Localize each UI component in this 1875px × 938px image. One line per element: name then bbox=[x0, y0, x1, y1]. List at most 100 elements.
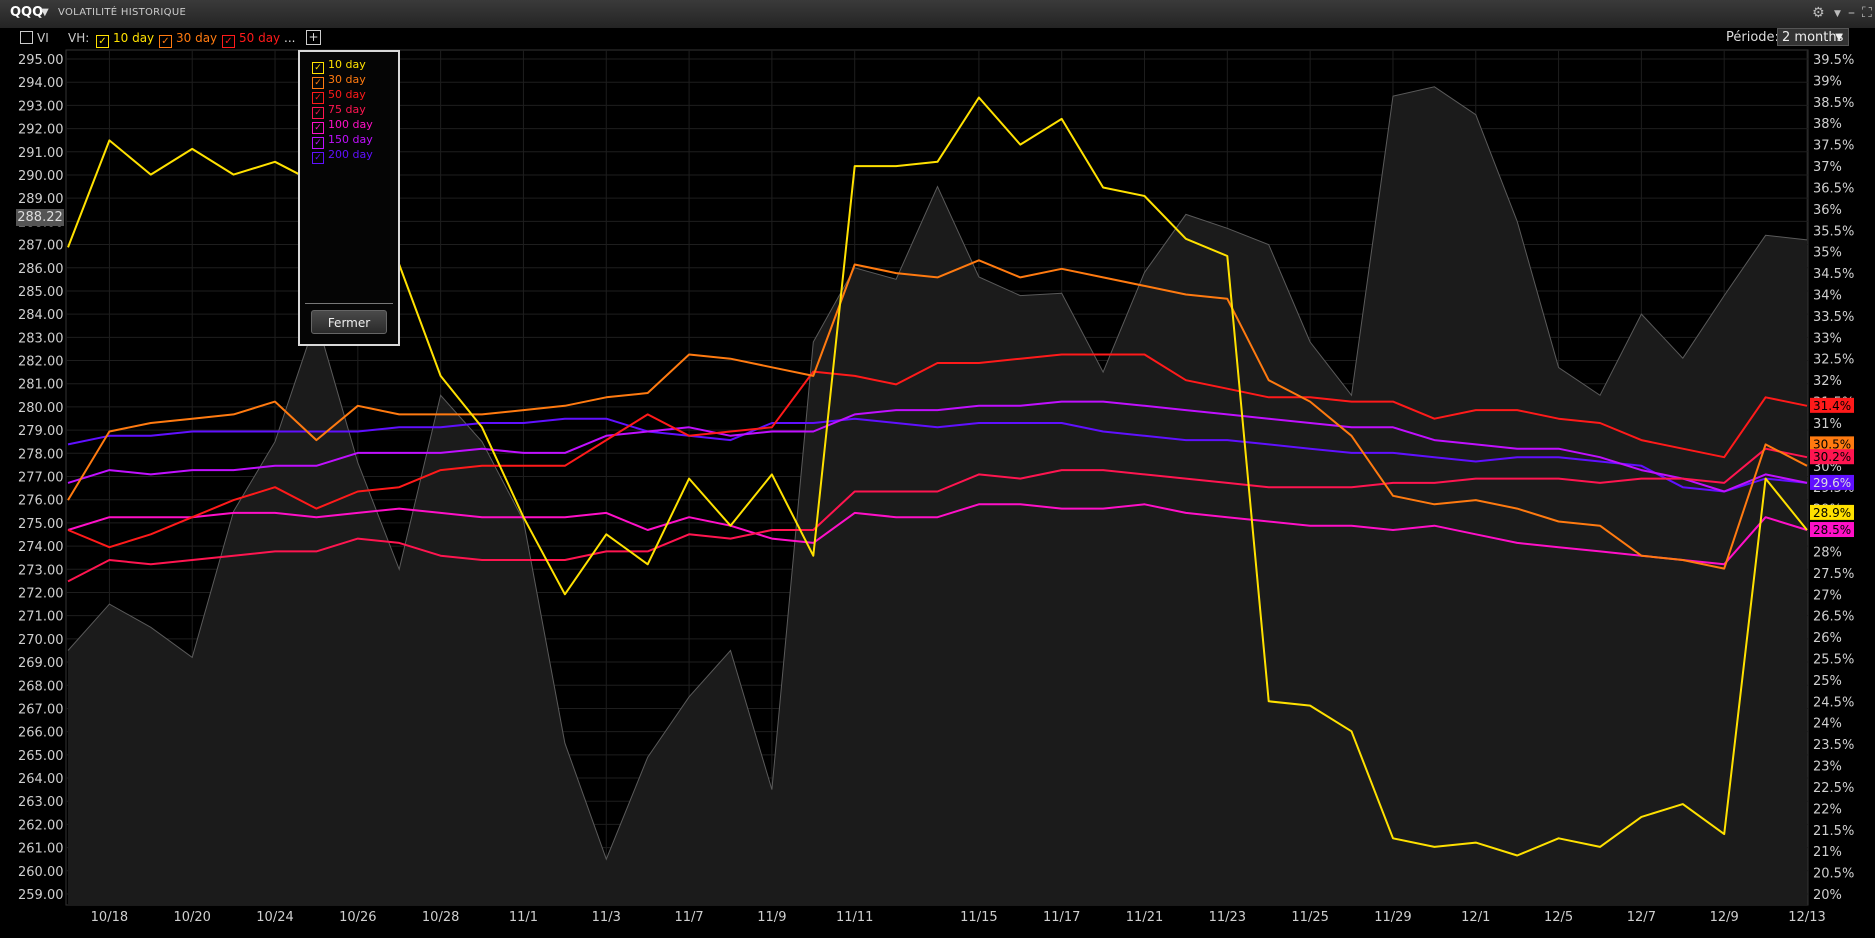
left-axis-tick-label: 285.00 bbox=[18, 285, 64, 300]
right-axis-tick-label: 39% bbox=[1813, 74, 1842, 89]
x-axis-tick-label: 11/1 bbox=[509, 910, 538, 925]
left-axis-tick-label: 287.00 bbox=[18, 239, 64, 254]
x-axis-tick-label: 11/15 bbox=[960, 910, 997, 925]
left-axis-tick-label: 293.00 bbox=[18, 99, 64, 114]
left-axis-tick-label: 264.00 bbox=[18, 772, 64, 787]
x-axis-tick-label: 10/20 bbox=[173, 910, 210, 925]
x-axis-tick-label: 10/26 bbox=[339, 910, 376, 925]
popup-series-150day[interactable]: ✓ 150 day bbox=[312, 133, 373, 149]
right-axis-tick-label: 23.5% bbox=[1813, 738, 1854, 753]
left-axis-tick-label: 282.00 bbox=[18, 355, 64, 370]
popup-series-30day[interactable]: ✓ 30 day bbox=[312, 73, 366, 89]
checkbox-icon[interactable]: ✓ bbox=[312, 77, 324, 89]
x-axis-tick-label: 11/17 bbox=[1043, 910, 1080, 925]
popup-series-label: 50 day bbox=[328, 88, 366, 101]
x-axis-tick-label: 11/7 bbox=[674, 910, 703, 925]
popup-series-label: 150 day bbox=[328, 133, 373, 146]
left-axis-tick-label: 292.00 bbox=[18, 123, 64, 138]
right-axis-tick-label: 32% bbox=[1813, 374, 1842, 389]
popup-series-75day[interactable]: ✓ 75 day bbox=[312, 103, 366, 119]
right-axis-tick-label: 38% bbox=[1813, 117, 1842, 132]
left-axis-tick-label: 294.00 bbox=[18, 76, 64, 91]
right-axis-tick-label: 21% bbox=[1813, 845, 1842, 860]
right-axis-tick-label: 25% bbox=[1813, 674, 1842, 689]
right-axis-tick-label: 25.5% bbox=[1813, 652, 1854, 667]
close-button[interactable]: Fermer bbox=[311, 310, 387, 334]
popup-series-50day[interactable]: ✓ 50 day bbox=[312, 88, 366, 104]
right-axis-tick-label: 37% bbox=[1813, 160, 1842, 175]
right-axis-tick-label: 33.5% bbox=[1813, 310, 1854, 325]
x-axis-tick-label: 12/5 bbox=[1544, 910, 1573, 925]
right-axis-tick-label: 34% bbox=[1813, 289, 1842, 304]
right-axis-tick-label: 22.5% bbox=[1813, 781, 1854, 796]
left-axis-tick-label: 270.00 bbox=[18, 633, 64, 648]
popup-series-label: 75 day bbox=[328, 103, 366, 116]
popup-series-label: 10 day bbox=[328, 58, 366, 71]
right-axis-tick-label: 20% bbox=[1813, 888, 1842, 903]
right-axis-tick-label: 23% bbox=[1813, 760, 1842, 775]
checkbox-icon[interactable]: ✓ bbox=[312, 122, 324, 134]
x-axis-tick-label: 11/25 bbox=[1291, 910, 1328, 925]
checkbox-icon[interactable]: ✓ bbox=[312, 137, 324, 149]
x-axis-tick-label: 11/23 bbox=[1209, 910, 1246, 925]
popup-series-200day[interactable]: ✓ 200 day bbox=[312, 148, 373, 164]
popup-series-100day[interactable]: ✓ 100 day bbox=[312, 118, 373, 134]
checkbox-icon[interactable]: ✓ bbox=[312, 62, 324, 74]
left-axis-tick-label: 260.00 bbox=[18, 865, 64, 880]
left-axis-tick-label: 259.00 bbox=[18, 888, 64, 903]
checkbox-icon[interactable]: ✓ bbox=[312, 92, 324, 104]
x-axis-tick-label: 10/28 bbox=[422, 910, 459, 925]
right-axis-badge-label: 31.4% bbox=[1813, 399, 1851, 413]
left-axis-tick-label: 277.00 bbox=[18, 471, 64, 486]
x-axis-tick-label: 11/21 bbox=[1126, 910, 1163, 925]
left-axis-tick-label: 283.00 bbox=[18, 331, 64, 346]
checkbox-icon[interactable]: ✓ bbox=[312, 152, 324, 164]
price-marker: 288.22 bbox=[16, 209, 64, 226]
left-axis-tick-label: 289.00 bbox=[18, 192, 64, 207]
x-axis-tick-label: 11/29 bbox=[1374, 910, 1411, 925]
right-axis-badge-label: 29.6% bbox=[1813, 476, 1851, 490]
left-axis-tick-label: 271.00 bbox=[18, 610, 64, 625]
right-axis-tick-label: 35% bbox=[1813, 246, 1842, 261]
checkbox-icon[interactable]: ✓ bbox=[312, 107, 324, 119]
popup-series-label: 200 day bbox=[328, 148, 373, 161]
x-axis-tick-label: 10/18 bbox=[91, 910, 128, 925]
x-axis: 10/18 10/20 10/24 10/26 10/28 11/1 11/3 11/7 11/… bbox=[91, 910, 1826, 925]
left-axis-tick-label: 261.00 bbox=[18, 842, 64, 857]
left-axis-tick-label: 276.00 bbox=[18, 494, 64, 509]
right-axis-tick-label: 35.5% bbox=[1813, 224, 1854, 239]
left-axis-tick-label: 269.00 bbox=[18, 656, 64, 671]
left-axis-tick-label: 265.00 bbox=[18, 749, 64, 764]
popup-divider bbox=[305, 303, 393, 304]
left-axis-tick-label: 272.00 bbox=[18, 586, 64, 601]
right-axis-tick-label: 37.5% bbox=[1813, 139, 1854, 154]
right-axis-tick-label: 34.5% bbox=[1813, 267, 1854, 282]
left-axis-tick-label: 286.00 bbox=[18, 262, 64, 277]
left-axis-tick-label: 281.00 bbox=[18, 378, 64, 393]
right-axis-tick-label: 39.5% bbox=[1813, 53, 1854, 68]
right-axis-tick-label: 22% bbox=[1813, 802, 1842, 817]
left-axis-tick-label: 290.00 bbox=[18, 169, 64, 184]
left-axis-tick-label: 291.00 bbox=[18, 146, 64, 161]
right-axis-badge-label: 30.2% bbox=[1813, 450, 1851, 464]
right-axis-tick-label: 28% bbox=[1813, 545, 1842, 560]
left-axis-tick-label: 268.00 bbox=[18, 679, 64, 694]
left-axis: 259.00 260.00 261.00 262.00 263.00 264.00 265.… bbox=[18, 53, 64, 903]
left-axis-tick-label: 267.00 bbox=[18, 702, 64, 717]
right-axis-tick-label: 21.5% bbox=[1813, 824, 1854, 839]
left-axis-tick-label: 295.00 bbox=[18, 53, 64, 68]
volatility-chart[interactable]: 259.00 260.00 261.00 262.00 263.00 264.00 265.… bbox=[0, 0, 1875, 938]
left-axis-tick-label: 262.00 bbox=[18, 818, 64, 833]
right-axis-tick-label: 36.5% bbox=[1813, 181, 1854, 196]
right-axis-tick-label: 24.5% bbox=[1813, 695, 1854, 710]
right-axis-tick-label: 24% bbox=[1813, 717, 1842, 732]
right-axis-tick-label: 36% bbox=[1813, 203, 1842, 218]
popup-series-label: 100 day bbox=[328, 118, 373, 131]
right-axis-tick-label: 26.5% bbox=[1813, 610, 1854, 625]
left-axis-tick-label: 274.00 bbox=[18, 540, 64, 555]
right-axis-tick-label: 32.5% bbox=[1813, 353, 1854, 368]
right-axis-tick-label: 27% bbox=[1813, 588, 1842, 603]
series-selector-popup: ✓ 200 day ✓ 150 day ✓ 100 day ✓ 75 day ✓ 50 day ✓ 3… bbox=[298, 50, 400, 346]
x-axis-tick-label: 11/3 bbox=[592, 910, 621, 925]
popup-series-10day[interactable]: ✓ 10 day bbox=[312, 58, 366, 74]
